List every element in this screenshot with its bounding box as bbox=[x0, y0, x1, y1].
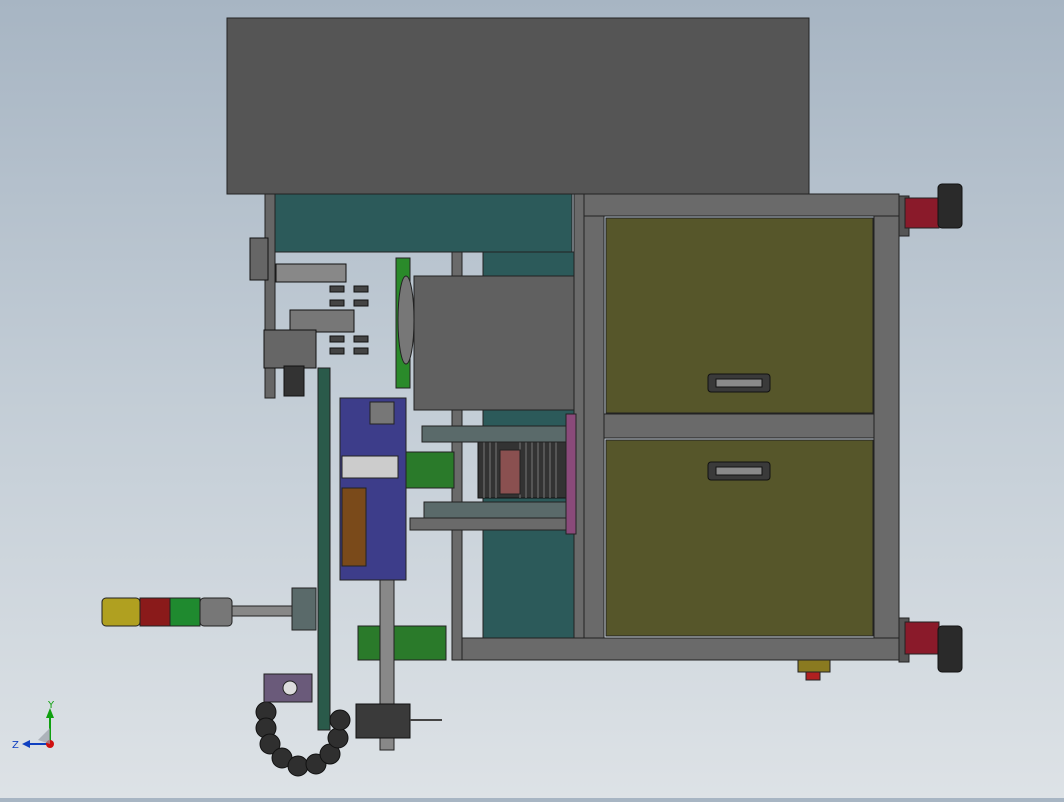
lamp-segment-red[interactable] bbox=[139, 597, 171, 627]
green-cylinder-upper[interactable] bbox=[403, 451, 455, 489]
cad-viewport[interactable]: Y Z bbox=[0, 0, 1064, 798]
triad-y-label: Y bbox=[47, 700, 55, 711]
upper-drawer[interactable] bbox=[605, 217, 874, 414]
rail-lower[interactable] bbox=[423, 501, 567, 519]
caster-top-right[interactable] bbox=[898, 183, 963, 237]
brown-block[interactable] bbox=[341, 487, 367, 567]
motor-housing[interactable] bbox=[413, 275, 575, 411]
lower-drawer[interactable] bbox=[605, 439, 874, 637]
green-cable-tray[interactable] bbox=[317, 367, 331, 731]
top-cabinet[interactable] bbox=[226, 17, 810, 195]
z-axis-arrow-icon bbox=[22, 740, 30, 748]
pulley[interactable] bbox=[397, 275, 415, 365]
cable-drag-chain[interactable] bbox=[255, 701, 351, 777]
lamp-arm[interactable] bbox=[231, 605, 297, 617]
rail-bottom[interactable] bbox=[409, 517, 567, 531]
rail-upper[interactable] bbox=[421, 425, 567, 443]
pink-plate[interactable] bbox=[565, 413, 577, 535]
bottom-connector[interactable] bbox=[797, 659, 831, 681]
signal-tower-lamp[interactable] bbox=[101, 587, 317, 631]
small-block-top[interactable] bbox=[369, 401, 395, 425]
triad-plane-icon bbox=[38, 728, 50, 744]
teal-back-panel-top[interactable] bbox=[271, 193, 573, 253]
lamp-segment-grey[interactable] bbox=[199, 597, 233, 627]
lamp-mount[interactable] bbox=[291, 587, 317, 631]
triad-z-label: Z bbox=[12, 740, 19, 751]
machine-model-drawing[interactable]: Y Z bbox=[0, 0, 1064, 798]
axis-triad: Y Z bbox=[12, 700, 55, 751]
white-gripper[interactable] bbox=[341, 455, 399, 479]
green-cylinder-lower[interactable] bbox=[357, 625, 447, 661]
mount-bracket[interactable] bbox=[263, 673, 313, 703]
actuator-base[interactable] bbox=[355, 703, 411, 739]
caster-bottom-right[interactable] bbox=[898, 617, 963, 673]
lamp-segment-yellow[interactable] bbox=[101, 597, 141, 627]
heat-sink[interactable] bbox=[477, 439, 567, 499]
lamp-segment-green[interactable] bbox=[169, 597, 201, 627]
